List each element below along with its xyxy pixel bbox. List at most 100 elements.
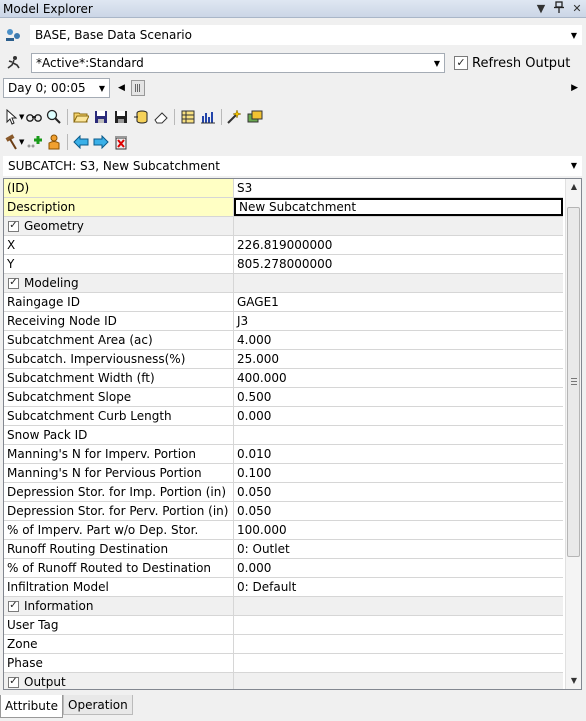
category-header[interactable]: ✓ Geometry: [4, 217, 234, 235]
property-row[interactable]: X 226.819000000: [4, 236, 563, 255]
add-node-icon[interactable]: [24, 132, 44, 152]
property-value[interactable]: 0.100: [234, 464, 563, 482]
property-row[interactable]: Y 805.278000000: [4, 255, 563, 274]
property-row[interactable]: Description New Subcatchment: [4, 198, 563, 217]
property-row[interactable]: Snow Pack ID: [4, 426, 563, 445]
property-value[interactable]: 0.000: [234, 559, 563, 577]
property-value[interactable]: [234, 654, 563, 672]
property-value[interactable]: 0: Outlet: [234, 540, 563, 558]
zoom-icon[interactable]: [44, 107, 64, 127]
category-row[interactable]: ✓ Modeling: [4, 274, 563, 293]
property-row[interactable]: Subcatchment Curb Length 0.000: [4, 407, 563, 426]
category-checkbox[interactable]: ✓: [8, 220, 19, 232]
property-value[interactable]: [234, 635, 563, 653]
category-row[interactable]: ✓ Information: [4, 597, 563, 616]
property-row[interactable]: Depression Stor. for Imp. Portion (in) 0.…: [4, 483, 563, 502]
time-left-arrow-icon[interactable]: ◀: [118, 83, 125, 93]
bar-chart-icon[interactable]: [198, 107, 218, 127]
property-row[interactable]: Raingage ID GAGE1: [4, 293, 563, 312]
category-row[interactable]: ✓ Geometry: [4, 217, 563, 236]
chevron-down-icon[interactable]: ▼: [567, 31, 581, 40]
property-value[interactable]: 0.500: [234, 388, 563, 406]
property-grid[interactable]: (ID) S3 Description New Subcatchment ✓ Geomet…: [3, 178, 582, 690]
property-row[interactable]: Infiltration Model 0: Default: [4, 578, 563, 597]
property-row[interactable]: Subcatchment Width (ft) 400.000: [4, 369, 563, 388]
time-select[interactable]: Day 0; 00:05 ▼: [3, 78, 110, 98]
chevron-down-icon[interactable]: ▼: [567, 161, 581, 170]
user-icon[interactable]: [44, 132, 64, 152]
open-folder-icon[interactable]: [71, 107, 91, 127]
property-row[interactable]: User Tag: [4, 616, 563, 635]
scroll-down-icon[interactable]: ▼: [566, 673, 581, 689]
property-value[interactable]: 100.000: [234, 521, 563, 539]
save-icon[interactable]: [91, 107, 111, 127]
eraser-icon[interactable]: [151, 107, 171, 127]
property-row[interactable]: Runoff Routing Destination 0: Outlet: [4, 540, 563, 559]
property-value[interactable]: New Subcatchment: [234, 198, 563, 216]
property-row[interactable]: % of Runoff Routed to Destination 0.000: [4, 559, 563, 578]
property-value[interactable]: [234, 616, 563, 634]
tab-attribute[interactable]: Attribute: [0, 695, 63, 718]
property-row[interactable]: Subcatch. Imperviousness(%) 25.000: [4, 350, 563, 369]
toolbar-separator: [174, 109, 176, 125]
chevron-down-icon[interactable]: ▼: [430, 59, 444, 68]
vertical-scrollbar[interactable]: ▲ ▼: [565, 179, 581, 689]
pin-icon[interactable]: [550, 1, 568, 16]
back-arrow-icon[interactable]: [71, 132, 91, 152]
property-value[interactable]: 226.819000000: [234, 236, 563, 254]
category-checkbox[interactable]: ✓: [8, 277, 19, 289]
property-row[interactable]: Subcatchment Slope 0.500: [4, 388, 563, 407]
active-set-select[interactable]: *Active*:Standard ▼: [31, 53, 445, 73]
category-header[interactable]: ✓ Information: [4, 597, 234, 615]
scroll-thumb[interactable]: [567, 207, 580, 557]
chevron-down-icon[interactable]: ▼: [95, 84, 109, 93]
property-value[interactable]: 400.000: [234, 369, 563, 387]
property-value[interactable]: [234, 426, 563, 444]
property-value[interactable]: 0.050: [234, 483, 563, 501]
layers-icon[interactable]: [245, 107, 265, 127]
category-checkbox[interactable]: ✓: [8, 600, 19, 612]
table-icon[interactable]: [178, 107, 198, 127]
tab-operation[interactable]: Operation: [63, 695, 133, 715]
property-value[interactable]: J3: [234, 312, 563, 330]
property-name: Subcatchment Area (ac): [4, 331, 234, 349]
property-value[interactable]: 805.278000000: [234, 255, 563, 273]
selection-select[interactable]: SUBCATCH: S3, New Subcatchment ▼: [3, 155, 582, 176]
scroll-up-icon[interactable]: ▲: [566, 179, 581, 195]
category-spacer: [234, 274, 563, 292]
property-row[interactable]: Zone: [4, 635, 563, 654]
time-slider-thumb[interactable]: [130, 80, 145, 96]
save-all-icon[interactable]: [111, 107, 131, 127]
database-icon[interactable]: [131, 107, 151, 127]
delete-icon[interactable]: [111, 132, 131, 152]
forward-arrow-icon[interactable]: [91, 132, 111, 152]
property-row[interactable]: Phase: [4, 654, 563, 673]
refresh-output-checkbox[interactable]: ✓: [454, 56, 468, 70]
category-header[interactable]: ✓ Output: [4, 673, 234, 689]
close-icon[interactable]: ✕: [568, 2, 586, 15]
run-wand-icon[interactable]: [225, 107, 245, 127]
property-value[interactable]: 25.000: [234, 350, 563, 368]
property-value[interactable]: 0.010: [234, 445, 563, 463]
property-row[interactable]: Manning's N for Imperv. Portion 0.010: [4, 445, 563, 464]
property-value[interactable]: 4.000: [234, 331, 563, 349]
property-row[interactable]: Subcatchment Area (ac) 4.000: [4, 331, 563, 350]
category-checkbox[interactable]: ✓: [8, 676, 19, 688]
property-row[interactable]: Receiving Node ID J3: [4, 312, 563, 331]
binoculars-icon[interactable]: [24, 107, 44, 127]
category-row[interactable]: ✓ Output: [4, 673, 563, 689]
dropdown-icon[interactable]: ▼: [532, 2, 550, 15]
property-value[interactable]: GAGE1: [234, 293, 563, 311]
property-name: Depression Stor. for Imp. Portion (in): [4, 483, 234, 501]
property-row[interactable]: Depression Stor. for Perv. Portion (in) 0…: [4, 502, 563, 521]
property-value[interactable]: 0: Default: [234, 578, 563, 596]
property-row[interactable]: % of Imperv. Part w/o Dep. Stor. 100.000: [4, 521, 563, 540]
property-row[interactable]: (ID) S3: [4, 179, 563, 198]
property-value[interactable]: 0.000: [234, 407, 563, 425]
scenario-select[interactable]: BASE, Base Data Scenario ▼: [30, 25, 582, 45]
property-value[interactable]: 0.050: [234, 502, 563, 520]
property-value[interactable]: S3: [234, 179, 563, 197]
time-right-arrow-icon[interactable]: ▶: [571, 83, 578, 93]
property-row[interactable]: Manning's N for Pervious Portion 0.100: [4, 464, 563, 483]
category-header[interactable]: ✓ Modeling: [4, 274, 234, 292]
